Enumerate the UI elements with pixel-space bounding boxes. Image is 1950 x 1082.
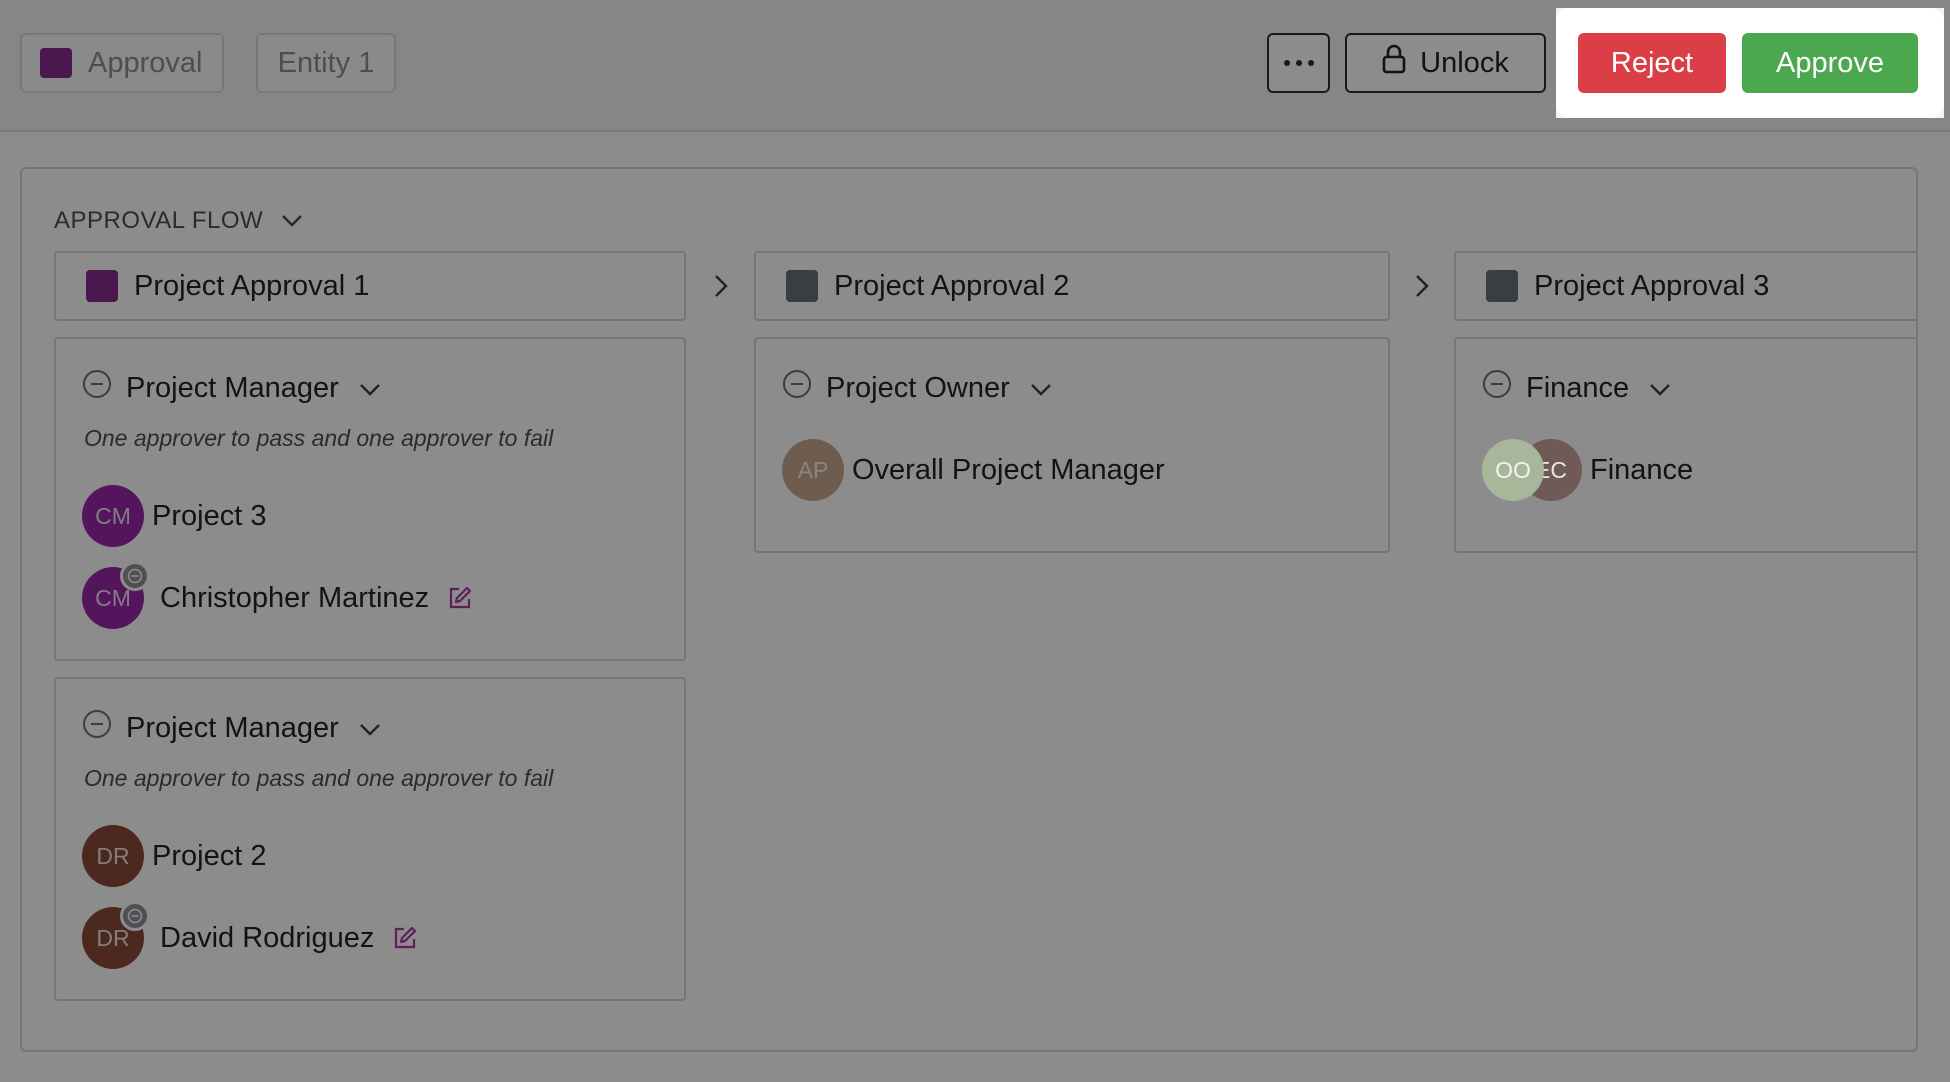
- approver-group-name: Project 3: [152, 499, 267, 532]
- avatar-initials: DR: [96, 842, 130, 869]
- approver-group: CM Project 3: [82, 485, 266, 547]
- approver-group-card: Project Owner AP Overall Project Manager: [754, 337, 1390, 553]
- approver-group-name: Overall Project Manager: [852, 453, 1165, 486]
- entity-chip-label: Entity 1: [277, 46, 375, 79]
- edit-icon[interactable]: [392, 925, 418, 951]
- approval-color-swatch: [40, 48, 72, 78]
- minus-circle-icon[interactable]: [782, 369, 812, 407]
- approver-group: DR Project 2: [82, 825, 266, 887]
- approver-group-card: Project Manager One approver to pass and…: [54, 337, 686, 661]
- approver-group: AP Overall Project Manager: [782, 439, 1165, 501]
- chevron-down-icon: [359, 712, 381, 745]
- unlock-button[interactable]: Unlock: [1345, 33, 1546, 93]
- approval-flow-title: APPROVAL FLOW: [54, 207, 264, 234]
- chevron-right-icon: [706, 271, 736, 301]
- approver-member: CM Christopher Martinez: [82, 561, 473, 629]
- avatar-initials: CM: [95, 502, 131, 529]
- approval-flow-toggle[interactable]: APPROVAL FLOW: [54, 207, 303, 235]
- approver-member-name: David Rodriguez: [160, 921, 375, 954]
- minus-circle-icon[interactable]: [82, 369, 112, 407]
- approver-member: DR David Rodriguez: [82, 901, 418, 969]
- role-name: Project Owner: [826, 371, 1010, 404]
- avatar: DR: [82, 825, 144, 887]
- stage-color-swatch: [1486, 270, 1518, 302]
- approver-role-toggle[interactable]: Project Owner: [782, 369, 1052, 407]
- avatar-initials: DR: [96, 924, 130, 951]
- more-horizontal-icon: [1283, 60, 1314, 66]
- minus-circle-icon[interactable]: [120, 561, 150, 591]
- chevron-down-icon: [1030, 372, 1052, 405]
- approver-role-toggle[interactable]: Project Manager: [82, 369, 381, 407]
- role-name: Project Manager: [126, 711, 339, 744]
- more-options-button[interactable]: [1267, 33, 1330, 93]
- stage-title: Project Approval 1: [134, 269, 370, 302]
- approval-rule-text: One approver to pass and one approver to…: [84, 765, 554, 791]
- unlock-label: Unlock: [1420, 46, 1509, 79]
- stage-header-3[interactable]: Project Approval 3: [1454, 251, 1916, 321]
- approver-group-name: Project 2: [152, 839, 267, 872]
- lock-icon: [1382, 44, 1406, 82]
- approver-role-toggle[interactable]: Finance: [1482, 369, 1671, 407]
- stage-title: Project Approval 2: [834, 269, 1070, 302]
- approval-chip-label: Approval: [88, 46, 203, 79]
- stage-color-swatch: [86, 270, 118, 302]
- edit-icon[interactable]: [447, 585, 473, 611]
- chevron-down-icon: [1649, 372, 1671, 405]
- avatar: DR: [82, 901, 150, 969]
- stage-color-swatch: [786, 270, 818, 302]
- approver-group-card: Project Manager One approver to pass and…: [54, 677, 686, 1001]
- avatar: CM: [82, 485, 144, 547]
- approval-flow-panel: APPROVAL FLOW Project Approval 1 Project…: [20, 167, 1918, 1052]
- reject-button[interactable]: Reject: [1578, 33, 1726, 93]
- minus-circle-icon[interactable]: [1482, 369, 1512, 407]
- chevron-right-icon: [1407, 271, 1437, 301]
- stage-header-1[interactable]: Project Approval 1: [54, 251, 686, 321]
- role-name: Project Manager: [126, 371, 339, 404]
- minus-circle-icon[interactable]: [82, 709, 112, 747]
- approver-role-toggle[interactable]: Project Manager: [82, 709, 381, 747]
- minus-circle-icon[interactable]: [120, 901, 150, 931]
- stage-header-2[interactable]: Project Approval 2: [754, 251, 1390, 321]
- stage-title: Project Approval 3: [1534, 269, 1770, 302]
- approver-group-name: Finance: [1590, 453, 1694, 486]
- avatar-initials: OO: [1495, 456, 1531, 483]
- approver-member-name: Christopher Martinez: [160, 581, 430, 614]
- avatar-initials: AP: [797, 456, 829, 483]
- chevron-down-icon: [281, 207, 303, 235]
- avatar-initials: CM: [95, 584, 131, 611]
- avatar: OO: [1482, 439, 1544, 501]
- approval-rule-text: One approver to pass and one approver to…: [84, 425, 554, 451]
- approval-type-chip[interactable]: Approval: [20, 33, 224, 93]
- approver-group: OO EC Finance: [1482, 439, 1693, 501]
- chevron-down-icon: [359, 372, 381, 405]
- approve-button[interactable]: Approve: [1742, 33, 1918, 93]
- avatar: CM: [82, 561, 150, 629]
- approver-group-card: Finance OO EC Finance: [1454, 337, 1916, 553]
- avatar: AP: [782, 439, 844, 501]
- role-name: Finance: [1526, 371, 1630, 404]
- entity-chip[interactable]: Entity 1: [256, 33, 396, 93]
